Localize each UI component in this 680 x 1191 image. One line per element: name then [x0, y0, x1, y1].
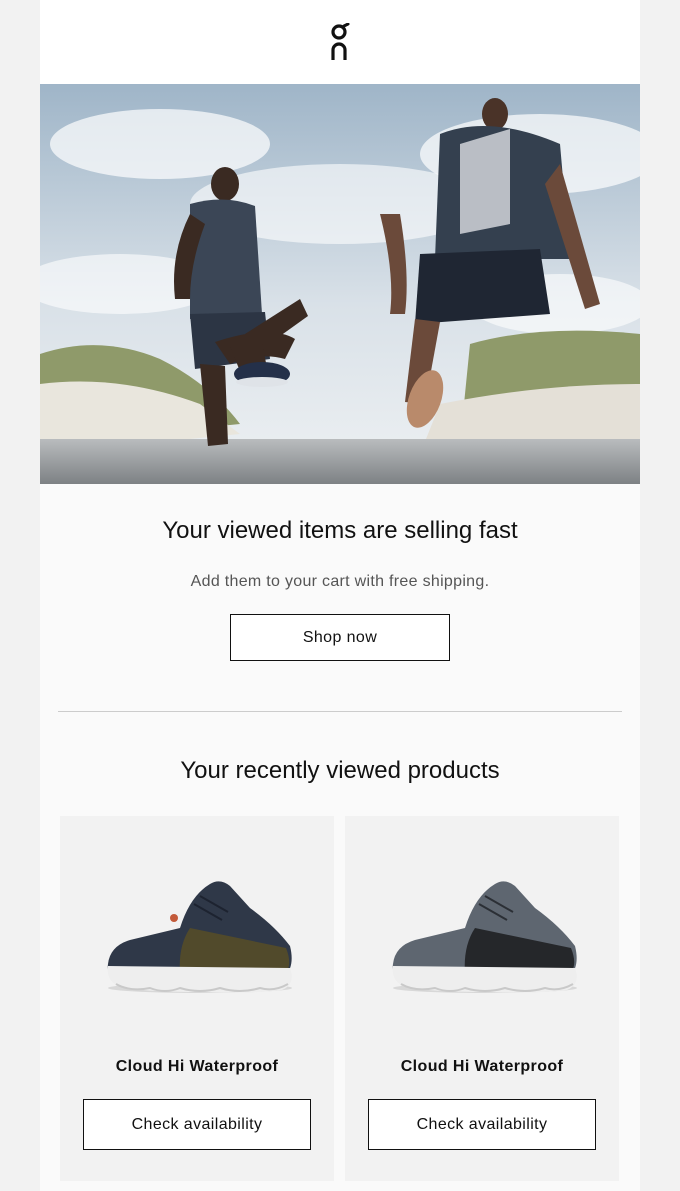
product-name[interactable]: Cloud Hi Waterproof	[60, 1058, 334, 1076]
check-availability-button[interactable]: Check availability	[368, 1099, 596, 1150]
recent-products-list: Cloud Hi Waterproof Check availability C…	[60, 816, 620, 1181]
divider	[58, 711, 622, 712]
check-availability-button[interactable]: Check availability	[83, 1099, 311, 1150]
recent-products-title: Your recently viewed products	[180, 757, 500, 784]
email-header	[40, 0, 640, 84]
intro-section: Your viewed items are selling fast Add t…	[40, 484, 640, 661]
shoe-olive-navy-icon[interactable]	[60, 816, 334, 1046]
headline: Your viewed items are selling fast	[162, 517, 518, 544]
brand-logo-icon[interactable]	[330, 23, 350, 61]
email-body: Your viewed items are selling fast Add t…	[40, 0, 640, 1191]
subline: Add them to your cart with free shipping…	[190, 573, 490, 590]
shoe-grey-black-icon[interactable]	[345, 816, 619, 1046]
hero-image[interactable]	[40, 84, 640, 484]
shop-now-button[interactable]: Shop now	[230, 614, 450, 661]
product-card[interactable]: Cloud Hi Waterproof Check availability	[345, 816, 619, 1181]
product-card[interactable]: Cloud Hi Waterproof Check availability	[60, 816, 334, 1181]
product-name[interactable]: Cloud Hi Waterproof	[345, 1058, 619, 1076]
